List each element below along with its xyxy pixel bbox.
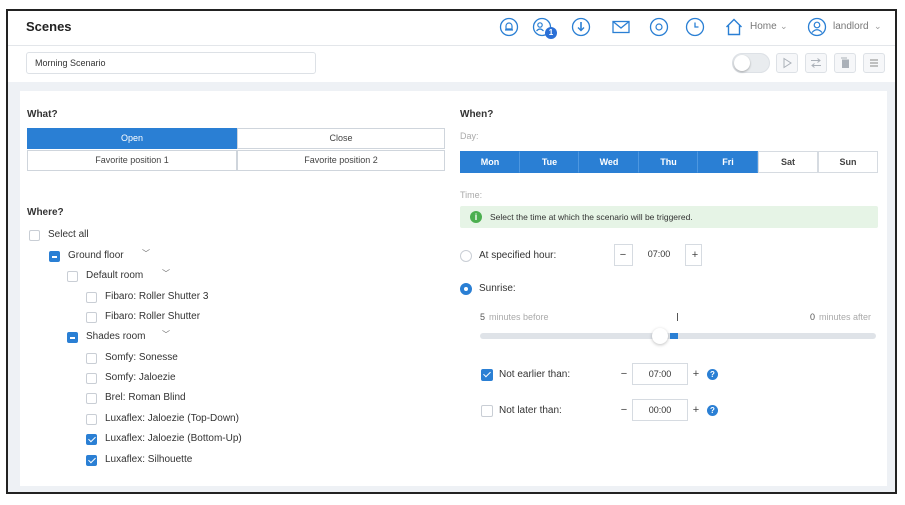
- ground-floor-label: Ground floor: [68, 250, 124, 261]
- increment-button[interactable]: +: [689, 364, 703, 384]
- at-specified-hour-label: At specified hour:: [479, 250, 557, 261]
- chevron-down-icon[interactable]: ⌄: [780, 21, 788, 32]
- shades-room-checkbox[interactable]: [67, 332, 78, 343]
- copy-icon: [841, 57, 849, 68]
- open-option[interactable]: Open: [27, 128, 237, 149]
- menu-icon: [870, 59, 878, 67]
- scenario-name-input[interactable]: [26, 52, 316, 74]
- copy-button[interactable]: [834, 53, 856, 73]
- what-heading: What?: [27, 109, 58, 120]
- not-later-checkbox[interactable]: [481, 405, 493, 417]
- help-icon[interactable]: ?: [707, 405, 718, 416]
- decrement-button[interactable]: −: [616, 245, 630, 265]
- at-specified-hour-radio[interactable]: [460, 250, 472, 262]
- shades-room-label: Shades room: [86, 331, 146, 342]
- user-icon[interactable]: [807, 17, 827, 37]
- day-thu[interactable]: Thu: [639, 151, 698, 173]
- not-later-input[interactable]: 00:00: [632, 399, 688, 421]
- increment-button[interactable]: +: [689, 400, 703, 420]
- chevron-down-icon[interactable]: ﹀: [142, 248, 150, 259]
- transfer-button[interactable]: [805, 53, 827, 73]
- notification-badge: 1: [545, 27, 557, 39]
- day-sun[interactable]: Sun: [818, 151, 878, 173]
- sunrise-radio[interactable]: [460, 283, 472, 295]
- device-checkbox[interactable]: [86, 434, 97, 445]
- device-checkbox[interactable]: [86, 455, 97, 466]
- slider-center-tick: [677, 313, 678, 321]
- sunrise-offset-slider[interactable]: [480, 333, 876, 339]
- day-fri[interactable]: Fri: [698, 151, 758, 173]
- device-checkbox[interactable]: [86, 373, 97, 384]
- when-heading: When?: [460, 109, 494, 120]
- clock-icon[interactable]: [685, 17, 705, 37]
- chevron-down-icon[interactable]: ﹀: [162, 329, 170, 340]
- day-label: Day:: [460, 131, 479, 141]
- day-mon[interactable]: Mon: [460, 151, 520, 173]
- play-button[interactable]: [776, 53, 798, 73]
- device-checkbox[interactable]: [86, 353, 97, 364]
- minutes-after-label: minutes after: [819, 312, 872, 322]
- hour-input[interactable]: 07:00: [632, 244, 686, 266]
- info-icon: i: [470, 211, 482, 223]
- select-all-checkbox[interactable]: [29, 230, 40, 241]
- day-wed[interactable]: Wed: [579, 151, 639, 173]
- toggle-knob: [734, 55, 750, 71]
- home-icon[interactable]: [724, 17, 744, 37]
- users-icon[interactable]: 1: [532, 17, 557, 39]
- chevron-down-icon[interactable]: ﹀: [162, 268, 170, 279]
- home-label[interactable]: Home: [750, 21, 777, 32]
- alarm-icon[interactable]: [499, 17, 519, 37]
- device-checkbox[interactable]: [86, 393, 97, 404]
- minutes-after-value: 0: [810, 312, 816, 322]
- minutes-before-value: 5: [480, 312, 486, 322]
- ground-floor-checkbox[interactable]: [49, 251, 60, 262]
- device-checkbox[interactable]: [86, 292, 97, 303]
- favorite-position-2-option[interactable]: Favorite position 2: [237, 150, 445, 171]
- day-tue[interactable]: Tue: [520, 151, 579, 173]
- decrement-button[interactable]: −: [617, 364, 631, 384]
- play-icon: [783, 57, 792, 69]
- increment-button[interactable]: +: [688, 245, 702, 265]
- info-message: i Select the time at which the scenario …: [460, 206, 878, 228]
- where-heading: Where?: [27, 207, 64, 218]
- device-label: Fibaro: Roller Shutter: [105, 311, 201, 322]
- device-label: Luxaflex: Jaloezie (Bottom-Up): [105, 433, 242, 444]
- not-earlier-checkbox[interactable]: [481, 369, 493, 381]
- device-label: Brel: Roman Blind: [105, 392, 186, 403]
- close-option[interactable]: Close: [237, 128, 445, 149]
- info-text: Select the time at which the scenario wi…: [490, 212, 693, 222]
- select-all-label: Select all: [48, 229, 89, 240]
- not-earlier-input[interactable]: 07:00: [632, 363, 688, 385]
- default-room-label: Default room: [86, 270, 144, 281]
- device-label: Somfy: Jaloezie: [105, 372, 176, 383]
- help-icon[interactable]: ?: [707, 369, 718, 380]
- sunrise-label: Sunrise:: [479, 283, 516, 294]
- default-room-checkbox[interactable]: [67, 271, 78, 282]
- download-icon[interactable]: [571, 17, 591, 37]
- time-label: Time:: [460, 190, 483, 200]
- slider-handle[interactable]: [652, 328, 668, 344]
- chevron-down-icon[interactable]: ⌄: [874, 21, 882, 32]
- not-earlier-label: Not earlier than:: [499, 369, 571, 380]
- favorite-position-1-option[interactable]: Favorite position 1: [27, 150, 237, 171]
- transfer-icon: [811, 58, 821, 68]
- user-label[interactable]: landlord: [833, 21, 869, 32]
- device-label: Luxaflex: Silhouette: [105, 454, 193, 465]
- day-sat[interactable]: Sat: [758, 151, 818, 173]
- scenario-enable-toggle[interactable]: [732, 53, 770, 73]
- menu-button[interactable]: [863, 53, 885, 73]
- device-label: Fibaro: Roller Shutter 3: [105, 291, 209, 302]
- device-checkbox[interactable]: [86, 312, 97, 323]
- mail-icon[interactable]: [611, 17, 631, 37]
- slider-fill: [670, 333, 678, 339]
- device-label: Somfy: Sonesse: [105, 352, 178, 363]
- top-bar: Scenes 1 Home ⌄ landlord ⌄: [8, 11, 895, 46]
- settings-icon[interactable]: [649, 17, 669, 37]
- page-title: Scenes: [26, 19, 72, 34]
- decrement-button[interactable]: −: [617, 400, 631, 420]
- device-label: Luxaflex: Jaloezie (Top-Down): [105, 413, 239, 424]
- minutes-before-label: minutes before: [489, 312, 549, 322]
- device-checkbox[interactable]: [86, 414, 97, 425]
- not-later-label: Not later than:: [499, 405, 562, 416]
